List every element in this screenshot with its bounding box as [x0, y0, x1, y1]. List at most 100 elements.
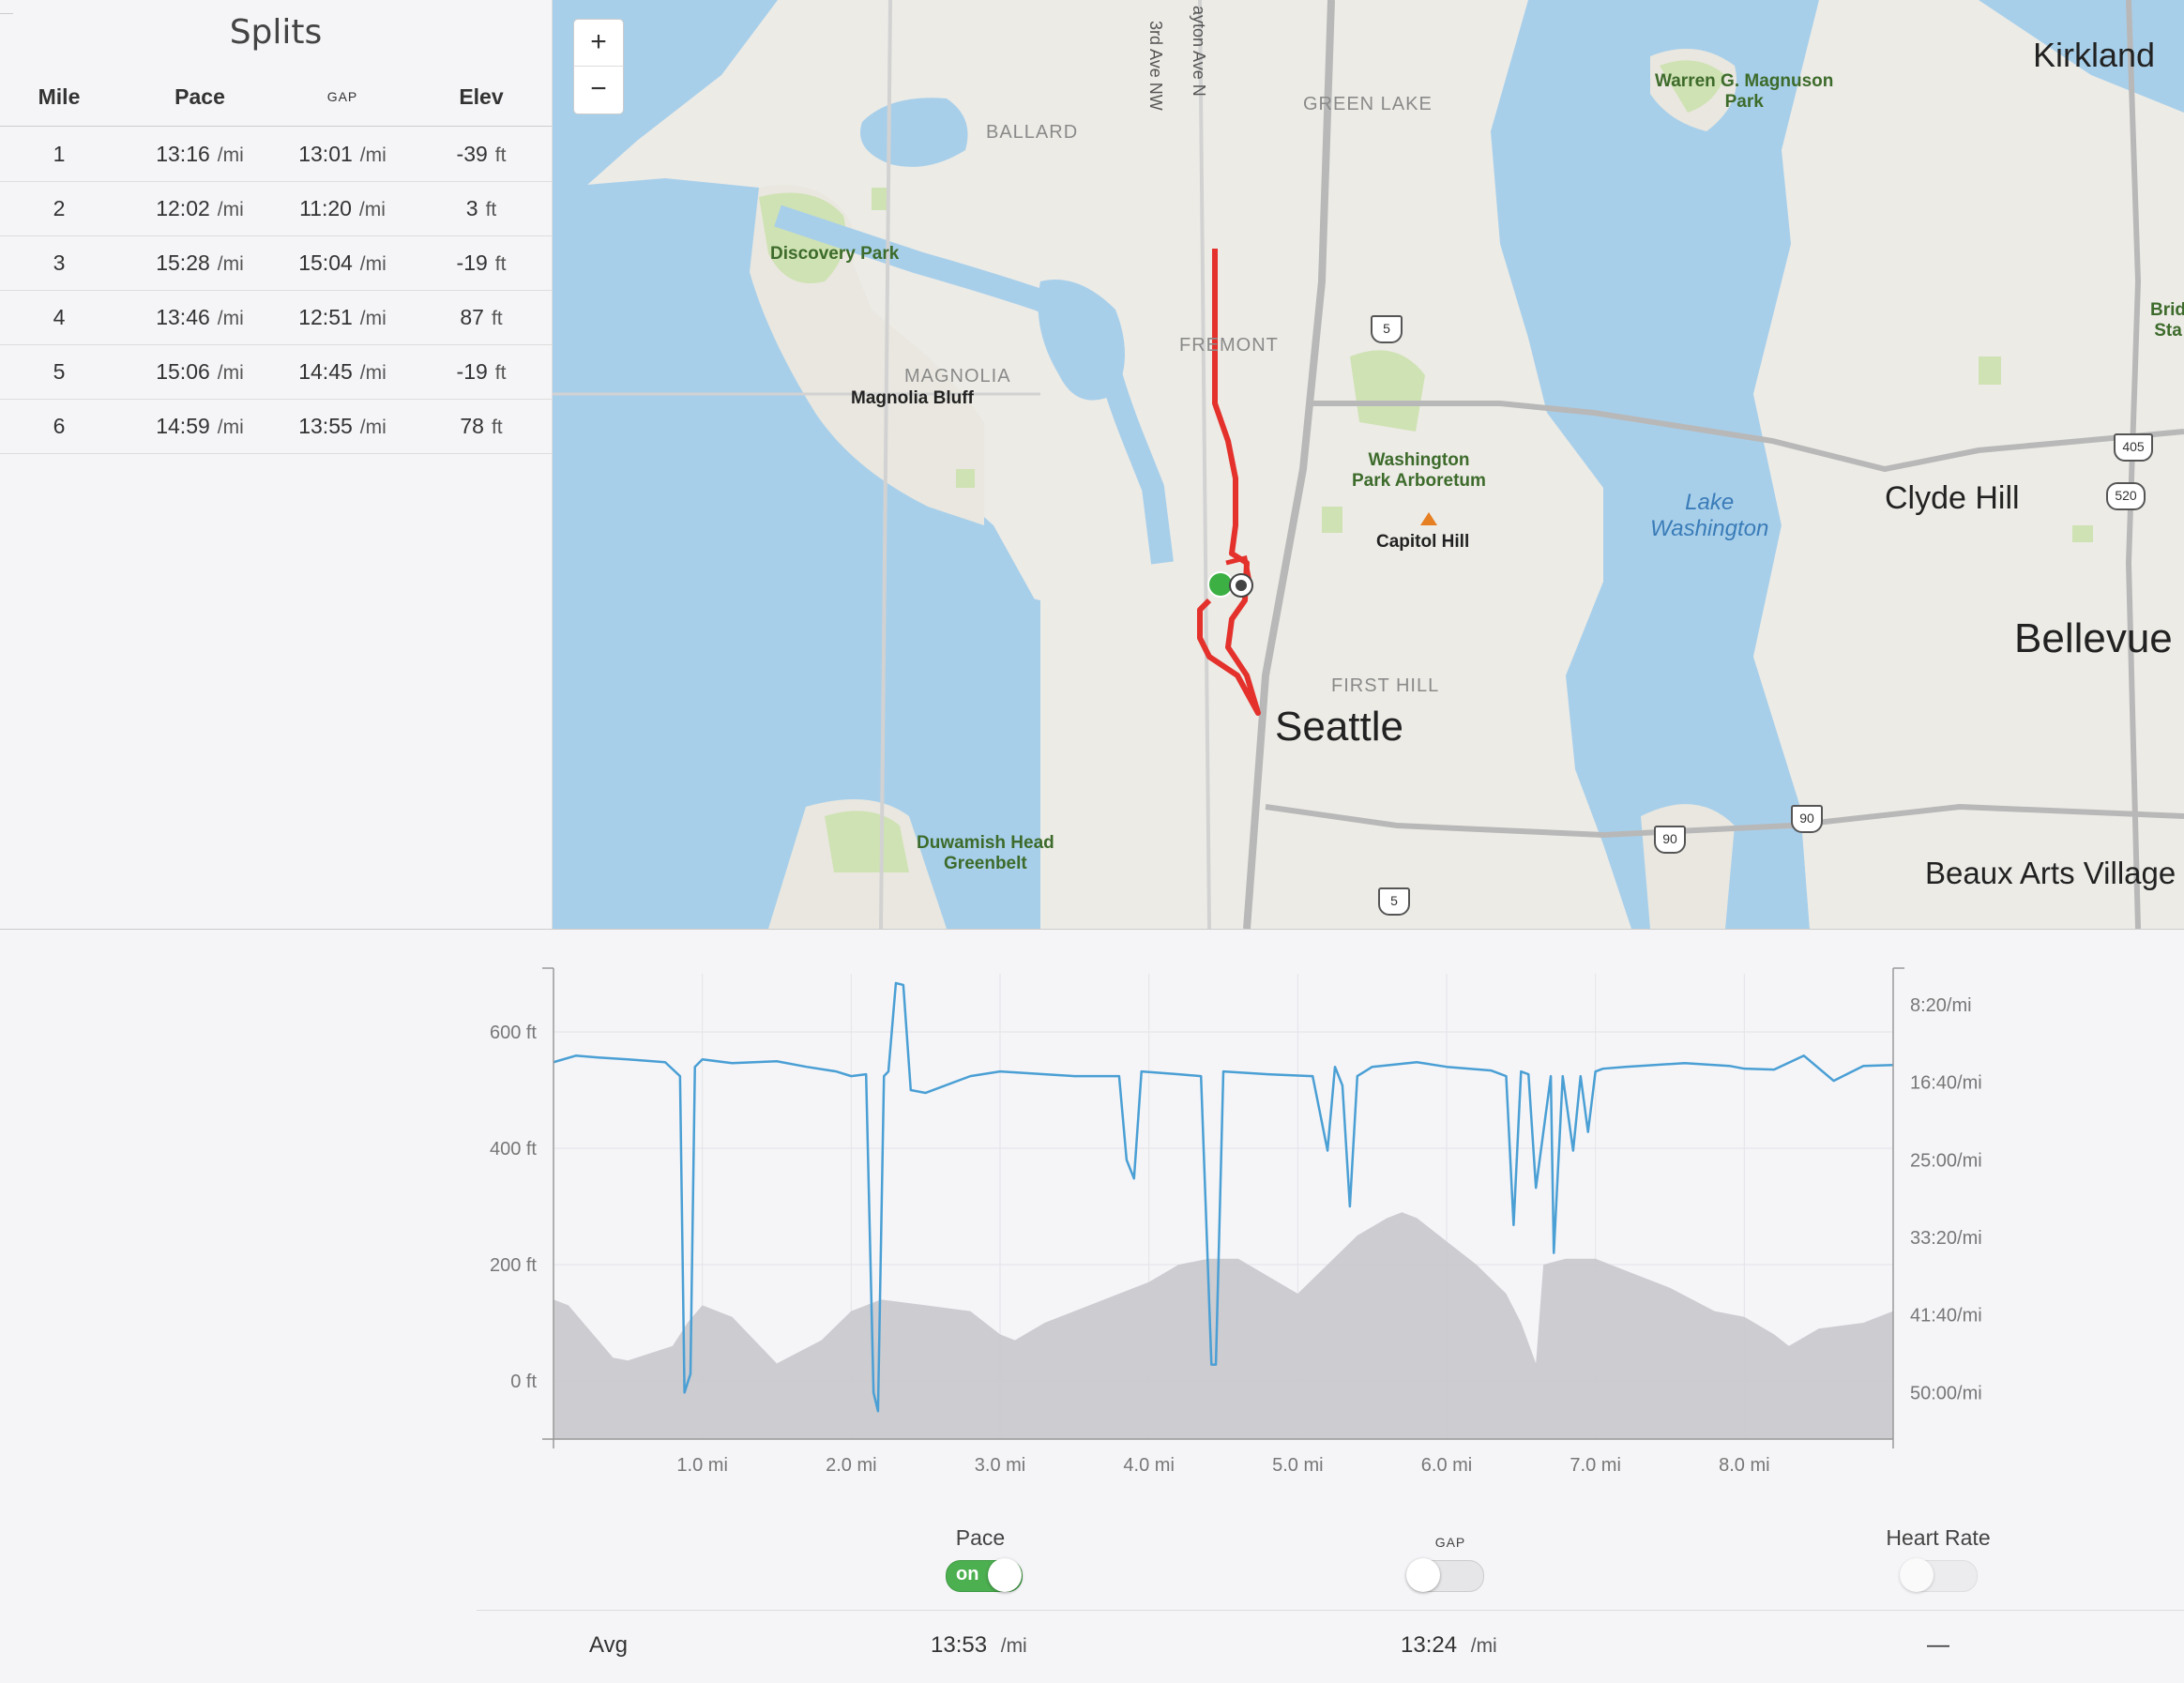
elevation-area	[554, 1212, 1893, 1439]
splits-panel: Splits Mile Pace GAP Elev 1 13:16/mi 13:01…	[0, 0, 553, 929]
route-map[interactable]: + − Kirkland GREEN LAKE BALLARD 3rd Ave …	[553, 0, 2184, 929]
split-mile: 6	[0, 399, 118, 453]
split-pace-value: 12:02	[156, 196, 210, 220]
label-magnuson-park: Warren G. Magnuson Park	[1655, 71, 1833, 113]
split-pace-unit: /mi	[217, 199, 244, 220]
split-pace-value: 13:46	[156, 305, 210, 329]
gap-toggle-knob	[1406, 1558, 1440, 1592]
interstate-5-shield-south: 5	[1378, 887, 1410, 916]
header-pace: Pace	[174, 84, 225, 109]
split-elev: -19 ft	[413, 344, 550, 401]
chart-svg[interactable]: 1.0 mi 2.0 mi 3.0 mi 4.0 mi 5.0 mi 6.0 mi 7.0 …	[441, 957, 2184, 1482]
split-gap-value: 13:55	[298, 414, 353, 438]
split-row[interactable]: 5 15:06/mi 14:45/mi -19 ft	[0, 344, 552, 400]
split-elev-unit: ft	[494, 253, 507, 275]
interstate-90-shield: 90	[1654, 826, 1686, 854]
pace-toggle[interactable]: on	[946, 1558, 1023, 1592]
split-pace: 12:02/mi	[128, 181, 272, 237]
split-gap-unit: /mi	[359, 308, 387, 329]
label-duwamish-line2: Greenbelt	[944, 854, 1027, 873]
split-row[interactable]: 1 13:16/mi 13:01/mi -39 ft	[0, 127, 552, 182]
x-tick-label: 6.0 mi	[1421, 1455, 1472, 1476]
split-elev: -39 ft	[413, 127, 550, 183]
split-row[interactable]: 3 15:28/mi 15:04/mi -19 ft	[0, 235, 552, 291]
y-left-tick-label: 200 ft	[490, 1255, 537, 1276]
split-elev-unit: ft	[491, 417, 503, 438]
split-elev-unit: ft	[485, 199, 497, 220]
split-pace-value: 15:06	[156, 359, 210, 384]
label-lake-line2: Washington	[1650, 516, 1769, 541]
split-pace-value: 14:59	[156, 414, 210, 438]
avg-pace-value: 13:53	[931, 1632, 988, 1658]
split-pace: 15:06/mi	[128, 344, 272, 401]
split-gap-unit: /mi	[359, 144, 387, 166]
split-mile: 4	[0, 290, 118, 344]
avg-pace: 13:53 /mi	[931, 1632, 1027, 1659]
split-elev-value: -39	[456, 142, 488, 166]
split-mile: 3	[0, 235, 118, 290]
zoom-in-button[interactable]: +	[573, 19, 624, 68]
y-right-tick-label: 16:40/mi	[1910, 1073, 1982, 1094]
split-elev-unit: ft	[494, 362, 507, 384]
x-tick-label: 8.0 mi	[1719, 1455, 1769, 1476]
split-elev-value: 78	[460, 414, 484, 438]
y-left-tick-label: 400 ft	[490, 1139, 537, 1160]
averages-divider	[477, 1610, 2184, 1611]
split-row[interactable]: 6 14:59/mi 13:55/mi 78 ft	[0, 399, 552, 454]
label-duwamish-line1: Duwamish Head	[917, 833, 1054, 853]
label-arboretum-line1: Washington	[1368, 450, 1470, 470]
heart-rate-toggle-knob	[1900, 1558, 1934, 1592]
gap-toggle-label: GAP	[1434, 1535, 1466, 1550]
split-mile-value: 6	[53, 414, 66, 438]
label-kirkland: Kirkland	[2033, 36, 2156, 74]
split-elev: 78 ft	[413, 399, 550, 455]
avg-gap-unit: /mi	[1470, 1635, 1497, 1657]
label-fremont: FREMONT	[1179, 335, 1279, 356]
split-elev: -19 ft	[413, 235, 550, 292]
x-tick-label: 5.0 mi	[1272, 1455, 1323, 1476]
label-capitol-hill: Capitol Hill	[1376, 532, 1470, 552]
label-magnuson-line1: Warren G. Magnuson	[1655, 71, 1834, 91]
label-bridle-line2: Sta	[2154, 321, 2182, 341]
split-gap-value: 15:04	[298, 250, 353, 275]
zoom-out-button[interactable]: −	[573, 66, 624, 114]
elevation-pace-chart[interactable]: 1.0 mi 2.0 mi 3.0 mi 4.0 mi 5.0 mi 6.0 mi 7.0 …	[441, 957, 2184, 1482]
split-pace: 15:28/mi	[128, 235, 272, 292]
label-clyde-hill: Clyde Hill	[1885, 480, 2020, 516]
label-seattle: Seattle	[1275, 704, 1403, 750]
y-right-tick-label: 41:40/mi	[1910, 1306, 1982, 1327]
split-pace-value: 13:16	[156, 142, 210, 166]
split-elev-value: -19	[456, 359, 488, 384]
x-tick-label: 7.0 mi	[1570, 1455, 1620, 1476]
avg-label: Avg	[589, 1632, 628, 1658]
label-first-hill: FIRST HILL	[1331, 675, 1440, 696]
label-duwamish-head: Duwamish Head Greenbelt	[917, 833, 1054, 874]
split-row[interactable]: 4 13:46/mi 12:51/mi 87 ft	[0, 290, 552, 345]
label-lake-line1: Lake	[1685, 490, 1735, 515]
split-row[interactable]: 2 12:02/mi 11:20/mi 3 ft	[0, 181, 552, 236]
split-mile-value: 2	[53, 196, 66, 220]
split-mile-value: 4	[53, 305, 66, 329]
label-lake-washington: Lake Washington	[1650, 490, 1768, 542]
label-ballard: BALLARD	[986, 122, 1079, 143]
split-gap: 13:55/mi	[272, 399, 413, 455]
heart-rate-toggle[interactable]	[1900, 1558, 1978, 1592]
y-left-tick-label: 600 ft	[490, 1023, 537, 1043]
label-arboretum: Washington Park Arboretum	[1352, 450, 1486, 492]
split-elev-unit: ft	[494, 144, 507, 166]
split-gap: 11:20/mi	[272, 181, 413, 237]
avg-gap-value: 13:24	[1401, 1632, 1458, 1658]
split-gap-value: 14:45	[298, 359, 353, 384]
split-mile-value: 5	[53, 359, 66, 384]
label-beaux-arts-village: Beaux Arts Village	[1925, 856, 2176, 890]
pace-toggle-label: Pace	[955, 1525, 1006, 1550]
gap-toggle[interactable]	[1406, 1558, 1484, 1592]
y-right-tick-label: 33:20/mi	[1910, 1228, 1982, 1249]
x-tick-label: 3.0 mi	[975, 1455, 1025, 1476]
interstate-5-shield: 5	[1371, 315, 1403, 343]
split-gap-unit: /mi	[358, 199, 386, 220]
campground-icon	[1420, 512, 1437, 525]
split-pace: 13:46/mi	[128, 290, 272, 346]
label-bridle-line1: Brid	[2150, 300, 2184, 320]
label-green-lake: GREEN LAKE	[1303, 94, 1433, 114]
